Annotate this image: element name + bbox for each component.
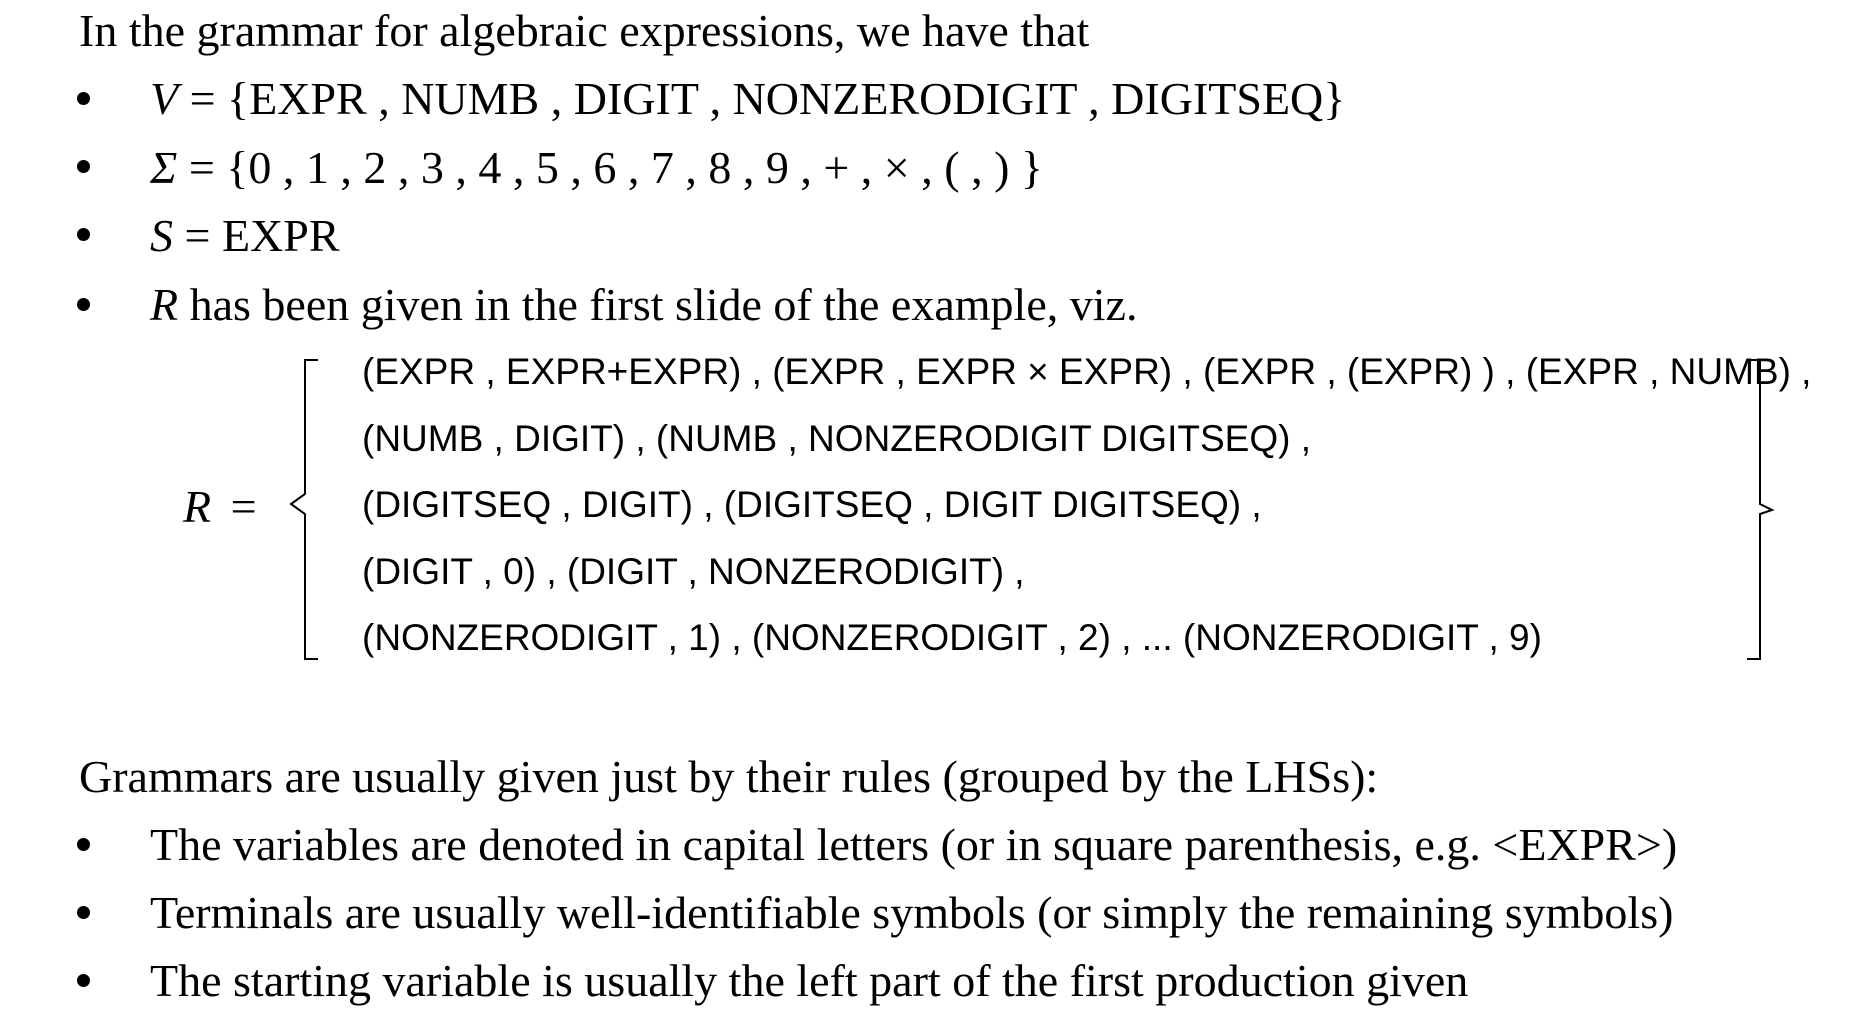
summary-item-start: The starting variable is usually the lef… (150, 955, 1469, 1006)
right-bracket (1747, 359, 1775, 660)
rule-line-expr: (EXPR , EXPR+EXPR) , (EXPR , EXPR × EXPR… (362, 351, 1812, 392)
summary-heading: Grammars are usually given just by their… (79, 751, 1379, 802)
rule-line-nonzerodigit: (NONZERODIGIT , 1) , (NONZERODIGIT , 2) … (362, 617, 1542, 658)
rule-line-digit: (DIGIT , 0) , (DIGIT , NONZERODIGIT) , (362, 551, 1025, 592)
left-bracket (289, 359, 318, 660)
bullet-marker (77, 906, 90, 919)
bullet-marker (77, 974, 90, 987)
rule-line-numb: (NUMB , DIGIT) , (NUMB , NONZERODIGIT DI… (362, 418, 1311, 459)
rule-line-digitseq: (DIGITSEQ , DIGIT) , (DIGITSEQ , DIGIT D… (362, 484, 1262, 525)
summary-item-variables: The variables are denoted in capital let… (150, 819, 1678, 870)
summary-item-terminals: Terminals are usually well-identifiable … (150, 887, 1674, 938)
bullet-marker (77, 838, 90, 851)
